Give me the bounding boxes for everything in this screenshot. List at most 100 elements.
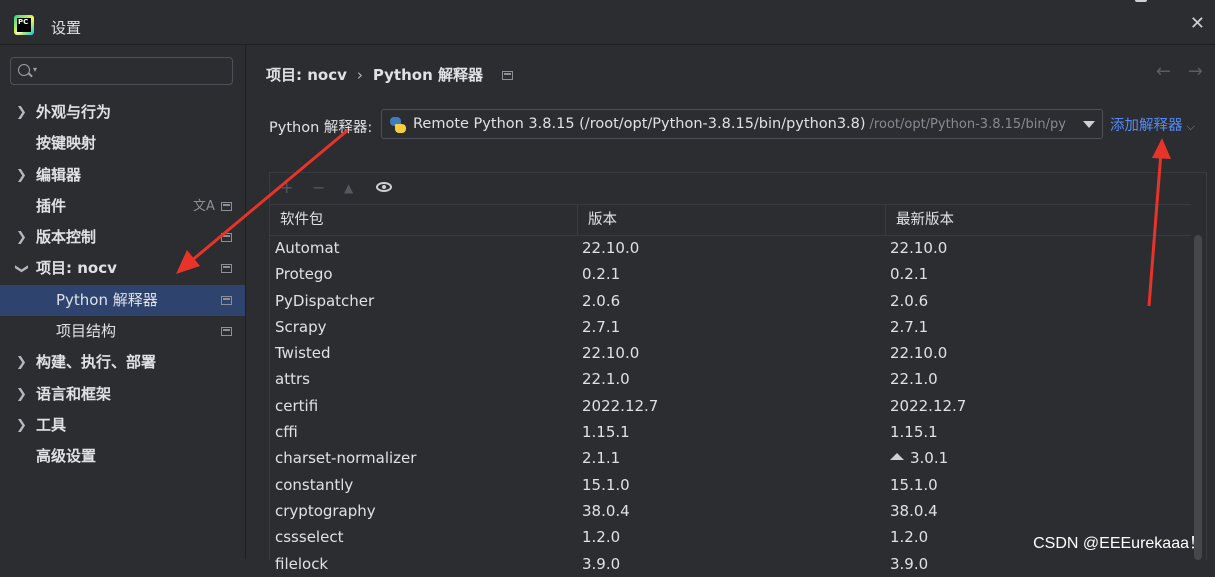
sidebar-item-label: 外观与行为 <box>36 103 112 121</box>
table-row[interactable]: certifi 2022.12.7 2022.12.7 <box>270 393 1191 419</box>
sidebar-item-appearance[interactable]: ❯ 外观与行为 <box>0 97 245 128</box>
table-row[interactable]: Automat 22.10.0 22.10.0 <box>270 235 1191 261</box>
table-row[interactable]: attrs 22.1.0 22.1.0 <box>270 366 1191 392</box>
table-row[interactable]: constantly 15.1.0 15.1.0 <box>270 472 1191 498</box>
latest-version-text: 22.10.0 <box>890 239 948 257</box>
table-row[interactable]: charset-normalizer 2.1.1 3.0.1 <box>270 445 1191 471</box>
package-latest-version-cell: 38.0.4 <box>890 498 938 524</box>
package-panel: + − ▲ 软件包 版本 最新版本 Automat 22.10.0 22.10.0 P… <box>269 172 1207 573</box>
sidebar-item-languages[interactable]: ❯ 语言和框架 <box>0 379 245 410</box>
column-header-package[interactable]: 软件包 <box>270 205 578 235</box>
table-row[interactable]: Twisted 22.10.0 22.10.0 <box>270 340 1191 366</box>
interpreter-label: Python 解释器: <box>269 120 373 136</box>
package-name-cell: filelock <box>275 554 329 573</box>
sidebar-item-python-interpreter[interactable]: Python 解释器 <box>0 284 245 317</box>
sidebar-item-project-structure[interactable]: 项目结构 <box>0 316 245 347</box>
sidebar-item-vcs[interactable]: ❯ 版本控制 <box>0 222 245 253</box>
chevron-right-icon[interactable]: ❯ <box>16 379 27 410</box>
close-button[interactable]: ✕ <box>1190 15 1205 33</box>
pycharm-app-icon: PC <box>14 15 34 35</box>
latest-version-text: 15.1.0 <box>890 475 938 494</box>
table-row[interactable]: PyDispatcher 2.0.6 2.0.6 <box>270 288 1191 314</box>
chevron-right-icon[interactable]: ❯ <box>16 160 27 191</box>
package-name-cell: certifi <box>275 396 319 415</box>
chevron-right-icon[interactable]: ❯ <box>16 410 27 441</box>
dropdown-arrow-icon[interactable] <box>1076 110 1102 138</box>
sidebar-item-plugins[interactable]: 插件 文A <box>0 191 245 222</box>
table-row[interactable]: cffi 1.15.1 1.15.1 <box>270 419 1191 445</box>
table-row[interactable]: filelock 3.9.0 3.9.0 <box>270 551 1191 577</box>
package-name-cell: attrs <box>275 370 310 389</box>
search-input[interactable]: ▾ <box>10 57 233 85</box>
breadcrumb-project[interactable]: 项目: nocv <box>266 66 347 84</box>
column-header-latest-version[interactable]: 最新版本 <box>886 205 1191 235</box>
sidebar-item-tools[interactable]: ❯ 工具 <box>0 410 245 441</box>
package-name-cell: constantly <box>275 475 354 494</box>
add-interpreter-label: 添加解释器 <box>1110 118 1183 134</box>
breadcrumb-page: Python 解释器 <box>372 66 483 84</box>
user-icon[interactable] <box>1135 0 1147 2</box>
project-scope-icon <box>221 295 232 305</box>
sidebar-item-label: 编辑器 <box>36 165 82 184</box>
sidebar-item-label: 项目结构 <box>56 322 117 341</box>
forward-arrow-icon[interactable]: → <box>1188 61 1203 82</box>
interpreter-value: Remote Python 3.8.15 (/root/opt/Python-3… <box>413 116 866 132</box>
upgrade-available-icon[interactable] <box>890 453 904 461</box>
table-row[interactable]: cryptography 38.0.4 38.0.4 <box>270 498 1191 524</box>
title-bar: PC 设置 ✕ <box>0 0 1215 45</box>
project-scope-icon <box>502 71 514 80</box>
search-options-chevron-icon[interactable]: ▾ <box>33 65 37 74</box>
package-name-cell: PyDispatcher <box>275 291 375 310</box>
chevron-right-icon[interactable]: ❯ <box>16 97 27 128</box>
sidebar-item-label: 语言和框架 <box>36 384 112 403</box>
remove-package-icon[interactable]: − <box>312 178 325 197</box>
project-scope-icon <box>221 201 232 211</box>
package-latest-version-cell: 2022.12.7 <box>890 393 966 419</box>
latest-version-text: 22.1.0 <box>890 370 938 389</box>
sidebar-item-advanced[interactable]: 高级设置 <box>0 441 245 472</box>
sidebar-item-label: 插件 <box>36 196 67 215</box>
eye-icon[interactable] <box>376 182 392 192</box>
sidebar-item-project[interactable]: ❯ 项目: nocv <box>0 253 245 284</box>
sidebar-item-label: 按键映射 <box>36 134 97 153</box>
add-package-icon[interactable]: + <box>280 178 293 197</box>
column-header-version[interactable]: 版本 <box>578 205 886 235</box>
project-scope-icon <box>221 327 232 337</box>
sidebar-item-keymap[interactable]: 按键映射 <box>0 128 245 159</box>
chevron-right-icon[interactable]: ❯ <box>16 222 27 253</box>
latest-version-text: 1.2.0 <box>890 528 929 547</box>
chevron-down-icon: ⌵ <box>1186 120 1195 133</box>
chevron-down-icon[interactable]: ❯ <box>6 264 37 275</box>
package-version-cell: 1.2.0 <box>582 528 621 547</box>
latest-version-text: 3.9.0 <box>890 554 929 573</box>
package-name-cell: Scrapy <box>275 317 327 336</box>
package-latest-version-cell: 0.2.1 <box>890 261 928 287</box>
settings-sidebar: ▾ ❯ 外观与行为 按键映射 ❯ 编辑器 插件 文A ❯ 版本控制 ❯ 项目: … <box>0 45 246 559</box>
scrollbar[interactable] <box>1192 235 1204 560</box>
scrollbar-thumb[interactable] <box>1194 235 1202 560</box>
upgrade-package-icon[interactable]: ▲ <box>344 181 353 195</box>
sidebar-item-label: 高级设置 <box>36 447 97 466</box>
python-logo-icon <box>390 117 406 133</box>
project-scope-icon <box>221 264 232 274</box>
sidebar-item-editor[interactable]: ❯ 编辑器 <box>0 160 245 191</box>
package-latest-version-cell: 1.2.0 <box>890 524 928 550</box>
table-row[interactable]: Scrapy 2.7.1 2.7.1 <box>270 314 1191 340</box>
sidebar-item-label: 项目: nocv <box>36 259 117 278</box>
add-interpreter-link[interactable]: 添加解释器 ⌵ <box>1110 114 1195 135</box>
breadcrumb: 项目: nocv › Python 解释器 <box>266 64 514 85</box>
interpreter-path: /root/opt/Python-3.8.15/bin/py <box>869 117 1066 132</box>
package-name-cell: Protego <box>275 265 333 284</box>
sidebar-item-label: Python 解释器 <box>56 290 158 309</box>
package-version-cell: 2.0.6 <box>582 291 621 310</box>
sidebar-item-label: 工具 <box>36 415 67 434</box>
table-header: 软件包 版本 最新版本 <box>270 204 1191 236</box>
package-latest-version-cell: 3.9.0 <box>890 551 928 577</box>
package-latest-version-cell: 22.10.0 <box>890 340 947 366</box>
search-icon <box>18 64 30 76</box>
back-arrow-icon[interactable]: ← <box>1156 61 1171 82</box>
interpreter-select[interactable]: Remote Python 3.8.15 (/root/opt/Python-3… <box>381 109 1103 139</box>
chevron-right-icon[interactable]: ❯ <box>16 347 27 378</box>
sidebar-item-build[interactable]: ❯ 构建、执行、部署 <box>0 347 245 378</box>
table-row[interactable]: Protego 0.2.1 0.2.1 <box>270 261 1191 287</box>
